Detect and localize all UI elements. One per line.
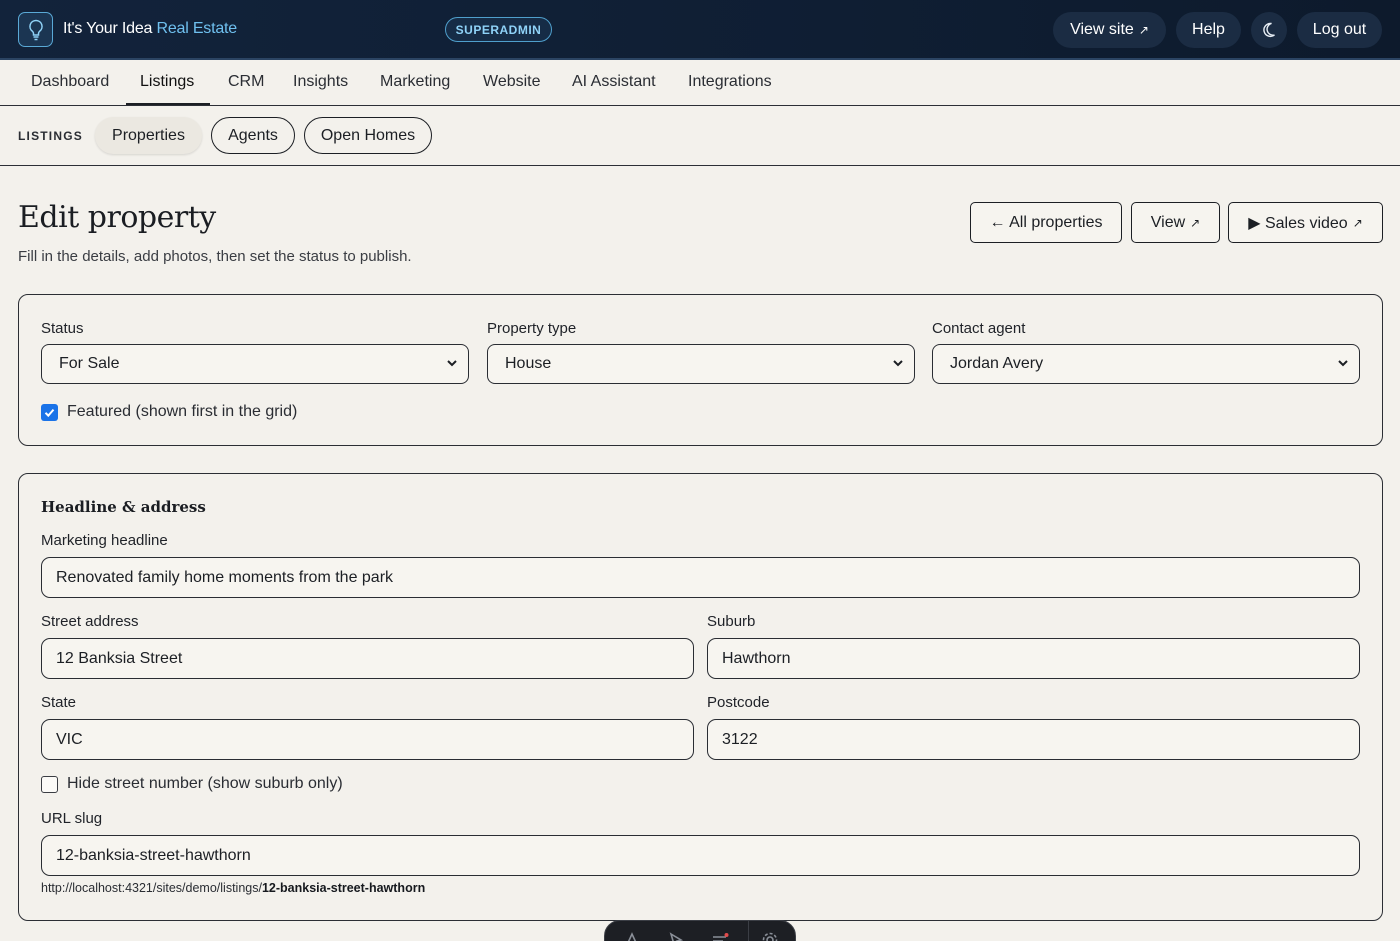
- contact-agent-label: Contact agent: [932, 320, 1026, 337]
- pointer-icon[interactable]: [667, 931, 685, 941]
- subnav-open-homes[interactable]: Open Homes: [304, 117, 432, 154]
- sub-nav: LISTINGS Properties Agents Open Homes: [0, 106, 1400, 166]
- listing-settings-card: Status For Sale Property type House Cont…: [18, 294, 1383, 446]
- nav-integrations[interactable]: Integrations: [688, 73, 772, 91]
- nav-marketing[interactable]: Marketing: [380, 73, 450, 91]
- nav-website[interactable]: Website: [483, 73, 541, 91]
- subnav-label: LISTINGS: [18, 129, 83, 143]
- external-link-icon: ↗: [1352, 215, 1363, 230]
- log-out-label: Log out: [1312, 21, 1367, 38]
- dock-divider: [748, 921, 749, 941]
- chevron-down-icon: [893, 360, 903, 367]
- street-input[interactable]: 12 Banksia Street: [41, 638, 694, 679]
- text-icon[interactable]: [623, 931, 641, 941]
- nav-crm[interactable]: CRM: [228, 73, 264, 91]
- page-title: Edit property: [18, 200, 216, 235]
- floating-toolbar: [604, 920, 796, 941]
- gear-icon[interactable]: [761, 931, 779, 941]
- subnav-agents[interactable]: Agents: [211, 117, 295, 154]
- status-select[interactable]: For Sale: [41, 344, 469, 384]
- featured-label: Featured (shown first in the grid): [67, 403, 298, 420]
- active-tab-indicator: [126, 103, 210, 105]
- url-slug-label: URL slug: [41, 810, 103, 827]
- menu-icon[interactable]: [711, 931, 729, 941]
- help-label: Help: [1192, 21, 1225, 38]
- help-button[interactable]: Help: [1176, 12, 1241, 48]
- external-link-icon: ↗: [1190, 215, 1201, 230]
- hide-street-number-label: Hide street number (show suburb only): [67, 775, 343, 792]
- suburb-label: Suburb: [707, 613, 756, 630]
- url-preview: http://localhost:4321/sites/demo/listing…: [41, 881, 425, 895]
- postcode-input[interactable]: 3122: [707, 719, 1360, 760]
- view-button[interactable]: View ↗: [1131, 202, 1220, 243]
- view-site-button[interactable]: View site ↗: [1053, 12, 1166, 48]
- property-type-select[interactable]: House: [487, 344, 915, 384]
- page-subtitle: Fill in the details, add photos, then se…: [18, 248, 412, 265]
- property-type-value: House: [505, 355, 552, 372]
- url-prefix: http://localhost:4321/sites/demo/listing…: [41, 881, 262, 895]
- chevron-down-icon: [1338, 360, 1348, 367]
- sales-video-button[interactable]: ▶ Sales video ↗: [1228, 202, 1383, 243]
- main-nav: Dashboard Listings CRM Insights Marketin…: [0, 60, 1400, 106]
- featured-checkbox[interactable]: [41, 404, 58, 421]
- status-label: Status: [41, 320, 84, 337]
- top-bar: It's Your Idea Real Estate SUPERADMIN Vi…: [0, 0, 1400, 60]
- role-badge: SUPERADMIN: [445, 17, 552, 42]
- property-type-label: Property type: [487, 320, 577, 337]
- nav-listings[interactable]: Listings: [140, 73, 194, 91]
- nav-ai-assistant[interactable]: AI Assistant: [572, 73, 656, 91]
- status-value: For Sale: [59, 355, 120, 372]
- sales-video-label: ▶ Sales video: [1248, 214, 1348, 232]
- postcode-label: Postcode: [707, 694, 770, 711]
- lightbulb-icon[interactable]: [18, 12, 53, 47]
- external-link-icon: ↗: [1138, 23, 1149, 37]
- headline-label: Marketing headline: [41, 532, 168, 549]
- view-label: View: [1150, 213, 1186, 231]
- contact-agent-select[interactable]: Jordan Avery: [932, 344, 1360, 384]
- chevron-down-icon: [447, 360, 457, 367]
- brand-name-text: It's Your Idea: [63, 20, 153, 37]
- section-title: Headline & address: [41, 498, 206, 516]
- url-slug-input[interactable]: 12-banksia-street-hawthorn: [41, 835, 1360, 876]
- nav-dashboard[interactable]: Dashboard: [31, 73, 109, 91]
- brand-accent-text: Real Estate: [156, 20, 237, 37]
- all-properties-button[interactable]: ← All properties: [970, 202, 1122, 243]
- view-site-label: View site: [1070, 21, 1134, 38]
- contact-agent-value: Jordan Avery: [950, 355, 1044, 372]
- headline-input[interactable]: Renovated family home moments from the p…: [41, 557, 1360, 598]
- suburb-input[interactable]: Hawthorn: [707, 638, 1360, 679]
- state-input[interactable]: VIC: [41, 719, 694, 760]
- nav-insights[interactable]: Insights: [293, 73, 348, 91]
- url-slug-preview: 12-banksia-street-hawthorn: [261, 881, 426, 895]
- theme-toggle-button[interactable]: [1251, 12, 1287, 48]
- hide-street-number-checkbox[interactable]: [41, 776, 58, 793]
- street-label: Street address: [41, 613, 139, 630]
- headline-address-card: Headline & address Marketing headline Re…: [18, 473, 1383, 921]
- state-label: State: [41, 694, 77, 711]
- moon-icon: [1263, 22, 1275, 38]
- log-out-button[interactable]: Log out: [1297, 12, 1382, 48]
- check-icon: [44, 408, 55, 418]
- brand-name[interactable]: It's Your Idea Real Estate: [63, 20, 237, 38]
- subnav-properties[interactable]: Properties: [95, 117, 202, 154]
